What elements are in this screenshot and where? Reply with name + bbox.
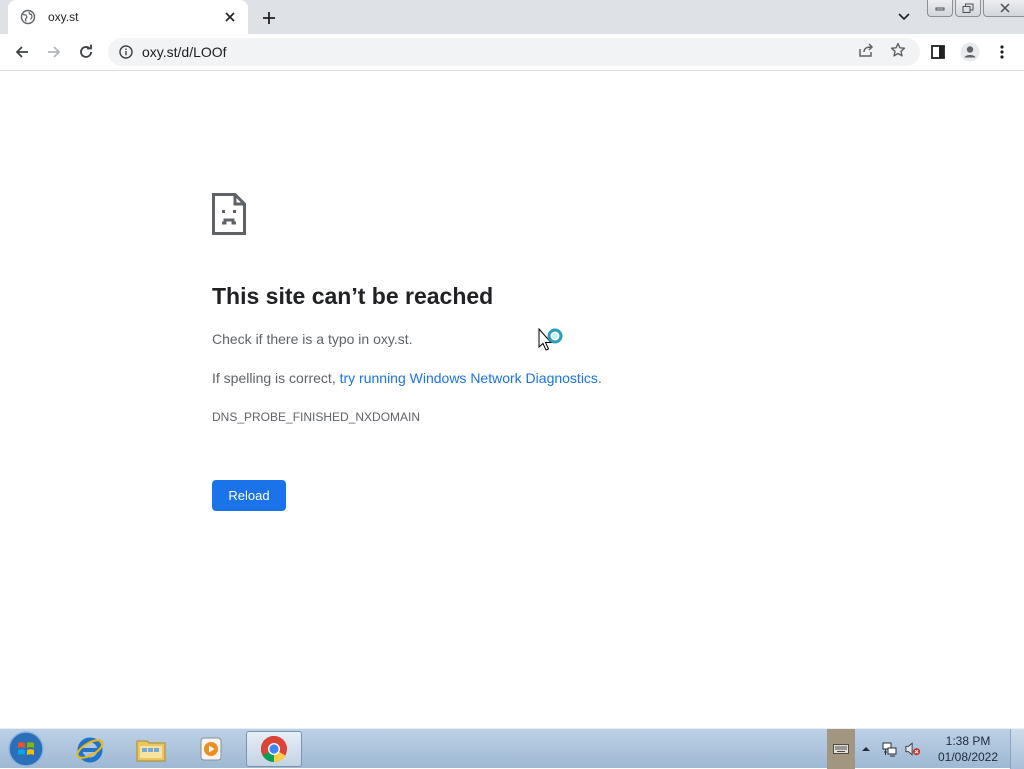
media-player-icon bbox=[200, 737, 222, 761]
clock-date: 01/08/2022 bbox=[937, 750, 999, 764]
diagnostics-suffix: . bbox=[597, 370, 602, 386]
minimize-icon bbox=[935, 7, 945, 11]
restore-button[interactable] bbox=[955, 0, 981, 17]
star-icon bbox=[890, 42, 906, 57]
busy-cursor-icon bbox=[538, 327, 563, 351]
side-panel-button[interactable] bbox=[926, 40, 950, 64]
menu-button[interactable] bbox=[990, 40, 1014, 64]
network-diagnostics-link[interactable]: try running Windows Network Diagnostics bbox=[340, 370, 598, 386]
diagnostics-prefix: If spelling is correct, bbox=[212, 370, 340, 386]
file-explorer-icon bbox=[136, 740, 166, 762]
taskbar-media-player[interactable] bbox=[183, 731, 239, 767]
profile-icon bbox=[960, 42, 980, 62]
reload-icon bbox=[80, 44, 92, 58]
show-hidden-icons-icon bbox=[862, 747, 870, 751]
browser-toolbar: oxy.st/d/LOOf bbox=[0, 34, 1024, 71]
share-icon bbox=[859, 43, 874, 57]
url-text: oxy.st/d/LOOf bbox=[142, 44, 227, 60]
close-window-button[interactable] bbox=[983, 0, 1024, 17]
profile-button[interactable] bbox=[958, 40, 982, 64]
close-icon bbox=[1000, 3, 1010, 13]
error-typo-hint: Check if there is a typo in oxy.st. bbox=[212, 331, 413, 347]
windows-start-icon bbox=[8, 731, 44, 767]
minimize-button[interactable] bbox=[927, 0, 953, 17]
globe-icon bbox=[20, 9, 36, 25]
taskbar-chrome[interactable] bbox=[246, 731, 302, 767]
error-code: DNS_PROBE_FINISHED_NXDOMAIN bbox=[212, 410, 421, 424]
plus-icon bbox=[263, 12, 275, 24]
taskbar-internet-explorer[interactable] bbox=[62, 731, 118, 767]
page-content: This site can’t be reached Check if ther… bbox=[0, 71, 1024, 728]
start-button[interactable] bbox=[4, 730, 48, 768]
tab-close-icon[interactable] bbox=[222, 9, 238, 25]
reload-button[interactable]: Reload bbox=[212, 480, 286, 511]
restore-icon bbox=[962, 3, 974, 13]
reload-toolbar-button[interactable] bbox=[74, 40, 98, 64]
error-title: This site can’t be reached bbox=[212, 283, 494, 309]
new-tab-button[interactable] bbox=[258, 7, 280, 29]
tab-search-button[interactable] bbox=[895, 9, 913, 25]
input-language-button[interactable] bbox=[827, 729, 855, 769]
show-desktop-button[interactable] bbox=[1010, 729, 1024, 769]
keyboard-icon bbox=[833, 744, 849, 754]
windows-taskbar: 1:38 PM 01/08/2022 bbox=[0, 728, 1024, 769]
volume-tray-button[interactable] bbox=[905, 741, 921, 757]
forward-button[interactable] bbox=[42, 40, 66, 64]
network-tray-button[interactable] bbox=[882, 741, 898, 757]
chevron-down-icon bbox=[898, 13, 910, 21]
tab-strip: oxy.st bbox=[0, 0, 1024, 34]
show-hidden-icons-button[interactable] bbox=[858, 741, 874, 757]
system-clock[interactable]: 1:38 PM 01/08/2022 bbox=[932, 733, 1004, 765]
clock-time: 1:38 PM bbox=[945, 734, 991, 748]
arrow-left-icon bbox=[15, 46, 28, 58]
bookmark-button[interactable] bbox=[888, 40, 908, 60]
volume-muted-icon bbox=[905, 742, 921, 756]
internet-explorer-icon bbox=[76, 737, 104, 763]
share-button[interactable] bbox=[856, 40, 876, 60]
sad-document-icon bbox=[212, 193, 246, 235]
side-panel-icon bbox=[931, 45, 945, 59]
error-diagnostics-hint: If spelling is correct, try running Wind… bbox=[212, 370, 602, 386]
address-bar[interactable]: oxy.st/d/LOOf bbox=[108, 38, 920, 66]
back-button[interactable] bbox=[10, 40, 34, 64]
tab-oxy-st[interactable]: oxy.st bbox=[8, 0, 248, 34]
tab-title: oxy.st bbox=[48, 10, 79, 24]
arrow-right-icon bbox=[48, 46, 61, 58]
chrome-icon bbox=[260, 735, 287, 763]
network-icon bbox=[882, 742, 897, 757]
window-controls bbox=[927, 0, 1024, 18]
kebab-menu-icon bbox=[1000, 45, 1004, 59]
info-icon[interactable] bbox=[118, 44, 134, 60]
taskbar-file-explorer[interactable] bbox=[123, 731, 179, 767]
